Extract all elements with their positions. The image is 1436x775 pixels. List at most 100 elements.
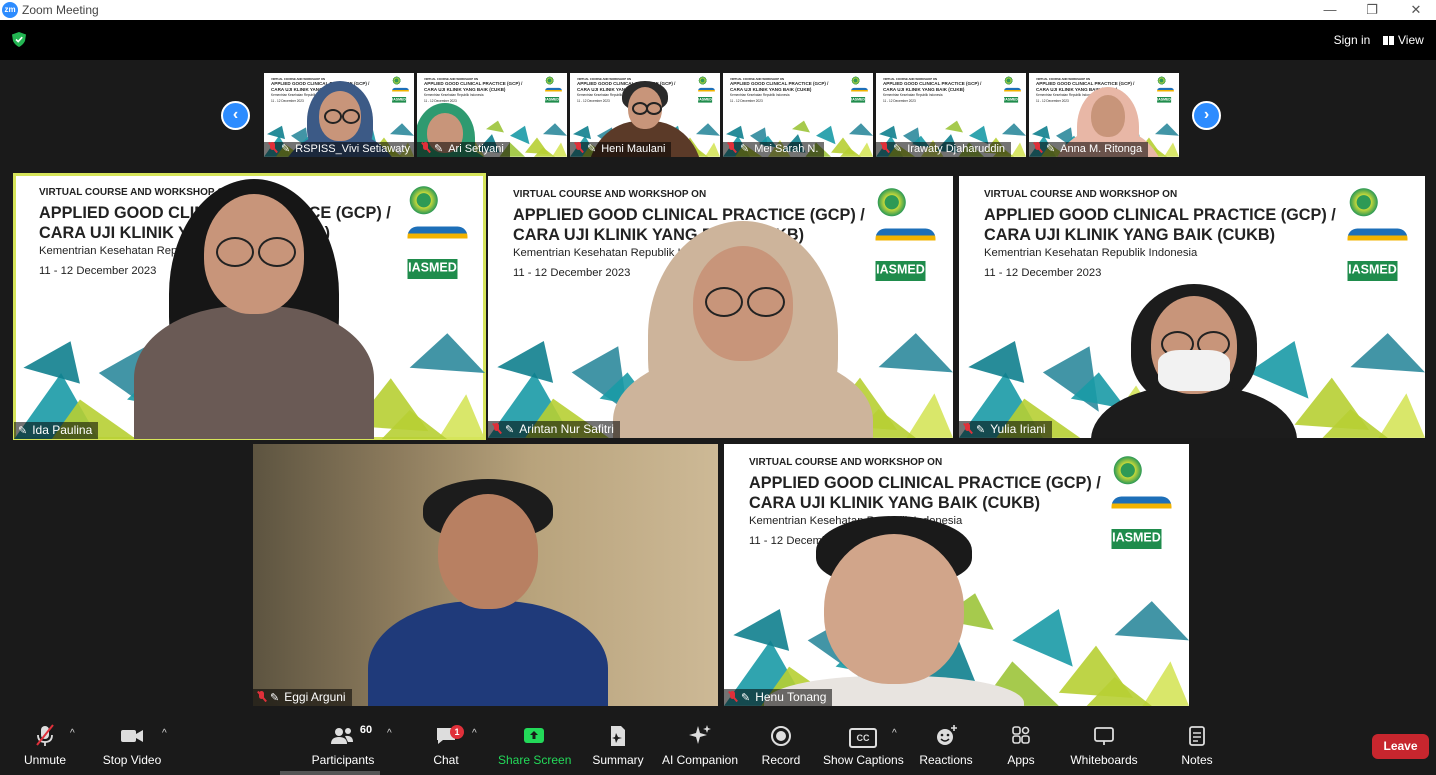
participants-options-caret[interactable]: ^ bbox=[387, 728, 392, 739]
apps-label: Apps bbox=[1007, 753, 1035, 767]
participant-thumbnail[interactable]: VIRTUAL COURSE AND WORKSHOP ON APPLIED GO… bbox=[264, 73, 414, 157]
slide-course-line: VIRTUAL COURSE AND WORKSHOP ON bbox=[883, 76, 938, 81]
slide-title-line: APPLIED GOOD CLINICAL PRACTICE (GCP) / bbox=[1036, 81, 1135, 87]
person-body bbox=[134, 306, 374, 439]
slide-ministry-line: Kementrian Kesehatan Republik Indonesia bbox=[984, 247, 1198, 260]
slide-triangle bbox=[879, 125, 897, 140]
slide-date-line: 11 - 12 December 2023 bbox=[577, 98, 610, 103]
participant-thumbnail[interactable]: VIRTUAL COURSE AND WORKSHOP ON APPLIED GO… bbox=[723, 73, 873, 157]
video-options-caret[interactable]: ^ bbox=[162, 728, 167, 739]
slide-course-line: VIRTUAL COURSE AND WORKSHOP ON bbox=[513, 188, 707, 200]
stop-video-label: Stop Video bbox=[102, 753, 162, 767]
slide-triangle bbox=[945, 120, 963, 133]
window-title: Zoom Meeting bbox=[22, 3, 99, 17]
zoom-logo-icon: zm bbox=[2, 2, 18, 18]
close-button[interactable]: ✕ bbox=[1396, 0, 1436, 20]
participants-button[interactable]: 60 Participants bbox=[310, 723, 376, 771]
reactions-button[interactable]: Reactions bbox=[918, 723, 974, 771]
spotlight-pin-icon: ✎ bbox=[740, 143, 750, 155]
participant-name-tag: ✎ Mei Sarah N. bbox=[723, 142, 825, 157]
summary-button[interactable]: Summary bbox=[591, 723, 645, 771]
whiteboards-label: Whiteboards bbox=[1070, 753, 1138, 767]
unmute-label: Unmute bbox=[23, 753, 67, 767]
chat-unread-badge: 1 bbox=[450, 725, 464, 739]
notes-button[interactable]: Notes bbox=[1176, 723, 1218, 771]
slide-triangle bbox=[573, 125, 591, 140]
restore-button[interactable]: ❐ bbox=[1352, 0, 1392, 20]
sponsor-logos: IASMED bbox=[545, 75, 564, 103]
next-page-button[interactable]: › bbox=[1192, 101, 1221, 130]
show-captions-label: Show Captions bbox=[823, 753, 904, 767]
slide-title-line: APPLIED GOOD CLINICAL PRACTICE (GCP) / bbox=[883, 81, 982, 87]
record-button[interactable]: Record bbox=[760, 723, 802, 771]
participant-thumbnail[interactable]: VIRTUAL COURSE AND WORKSHOP ON APPLIED GO… bbox=[1029, 73, 1179, 157]
view-button[interactable]: View bbox=[1383, 30, 1424, 50]
slide-date-line: 11 - 12 December 2023 bbox=[271, 98, 304, 103]
encryption-shield-icon[interactable] bbox=[12, 32, 26, 47]
prodia-cro-logo-icon bbox=[407, 226, 468, 247]
kemenkes-logo-icon bbox=[851, 75, 861, 85]
iasmed-logo-icon: IASMED bbox=[875, 261, 926, 281]
spotlight-pin-icon: ✎ bbox=[505, 424, 515, 436]
slide-title-line-2: CARA UJI KLINIK YANG BAIK (CUKB) bbox=[749, 494, 1041, 512]
sponsor-logos: IASMED bbox=[1347, 186, 1416, 281]
slide-triangle bbox=[267, 125, 285, 140]
slide-triangle bbox=[968, 341, 1025, 383]
leave-meeting-button[interactable]: Leave bbox=[1372, 734, 1429, 759]
slide-triangle bbox=[849, 123, 873, 137]
whiteboard-icon bbox=[1094, 727, 1114, 745]
sign-in-button[interactable]: Sign in bbox=[1329, 30, 1375, 50]
muted-microphone-icon bbox=[727, 142, 736, 153]
share-screen-button[interactable]: Share Screen bbox=[498, 723, 571, 771]
muted-microphone-icon bbox=[728, 691, 737, 702]
ai-companion-button[interactable]: AI Companion bbox=[660, 723, 740, 771]
kemenkes-logo-icon bbox=[875, 186, 908, 219]
participant-video-tile[interactable]: ✎ Eggi Arguni bbox=[253, 444, 718, 706]
ai-sparkle-icon bbox=[689, 725, 711, 744]
muted-microphone-icon bbox=[421, 142, 430, 153]
slide-course-line: VIRTUAL COURSE AND WORKSHOP ON bbox=[271, 76, 326, 81]
reactions-label: Reactions bbox=[919, 753, 973, 767]
slide-title-line: APPLIED GOOD CLINICAL PRACTICE (GCP) / bbox=[513, 206, 865, 224]
prodia-cro-logo-icon bbox=[1004, 87, 1022, 94]
slide-date-line: 11 - 12 December 2023 bbox=[513, 267, 631, 280]
iasmed-logo-icon: IASMED bbox=[851, 96, 866, 103]
record-icon bbox=[771, 726, 791, 746]
apps-button[interactable]: Apps bbox=[1003, 723, 1039, 771]
participant-thumbnail[interactable]: VIRTUAL COURSE AND WORKSHOP ON APPLIED GO… bbox=[876, 73, 1026, 157]
whiteboards-button[interactable]: Whiteboards bbox=[1068, 723, 1140, 771]
show-captions-button[interactable]: CC Show Captions bbox=[823, 723, 904, 771]
previous-page-button[interactable]: ‹ bbox=[221, 101, 250, 130]
slide-triangle bbox=[510, 125, 530, 145]
slide-triangle bbox=[1142, 661, 1189, 706]
participant-name: Eggi Arguni bbox=[284, 690, 346, 704]
audio-options-caret[interactable]: ^ bbox=[70, 728, 75, 739]
participant-thumbnail[interactable]: VIRTUAL COURSE AND WORKSHOP ON APPLIED GO… bbox=[570, 73, 720, 157]
participant-name-tag: ✎ Arintan Nur Safitri bbox=[488, 421, 620, 438]
glasses-lens bbox=[216, 237, 254, 267]
chat-button[interactable]: 1 Chat bbox=[428, 723, 464, 771]
spotlight-pin-icon: ✎ bbox=[893, 143, 903, 155]
ai-companion-label: AI Companion bbox=[661, 753, 739, 767]
participant-video-tile[interactable]: VIRTUAL COURSE AND WORKSHOP ON APPLIED GO… bbox=[959, 176, 1425, 438]
participant-name-tag: ✎ Ari Setiyani bbox=[417, 142, 510, 157]
slide-date-line: 11 - 12 December 2023 bbox=[424, 98, 457, 103]
slide-triangle bbox=[792, 120, 810, 133]
participant-video-tile[interactable]: VIRTUAL COURSE AND WORKSHOP ON APPLIED GO… bbox=[13, 173, 486, 440]
minimize-button[interactable]: — bbox=[1310, 0, 1350, 20]
unmute-button[interactable]: Unmute bbox=[20, 723, 70, 771]
captions-options-caret[interactable]: ^ bbox=[892, 728, 897, 739]
spotlight-pin-icon: ✎ bbox=[976, 424, 986, 436]
muted-microphone-icon bbox=[268, 142, 277, 153]
stop-video-button[interactable]: Stop Video bbox=[101, 723, 163, 771]
chat-options-caret[interactable]: ^ bbox=[472, 728, 477, 739]
slide-triangle bbox=[1247, 341, 1309, 399]
participant-video-tile[interactable]: VIRTUAL COURSE AND WORKSHOP ON APPLIED GO… bbox=[724, 444, 1189, 706]
slide-date-line: 11 - 12 December 2023 bbox=[1036, 98, 1069, 103]
slide-triangle bbox=[1012, 609, 1073, 667]
glasses-lens bbox=[646, 102, 662, 115]
participant-name-tag: ✎ Henu Tonang bbox=[724, 689, 833, 706]
participant-video-tile[interactable]: VIRTUAL COURSE AND WORKSHOP ON APPLIED GO… bbox=[488, 176, 953, 438]
participant-thumbnail[interactable]: VIRTUAL COURSE AND WORKSHOP ON APPLIED GO… bbox=[417, 73, 567, 157]
kemenkes-logo-icon bbox=[407, 184, 440, 217]
